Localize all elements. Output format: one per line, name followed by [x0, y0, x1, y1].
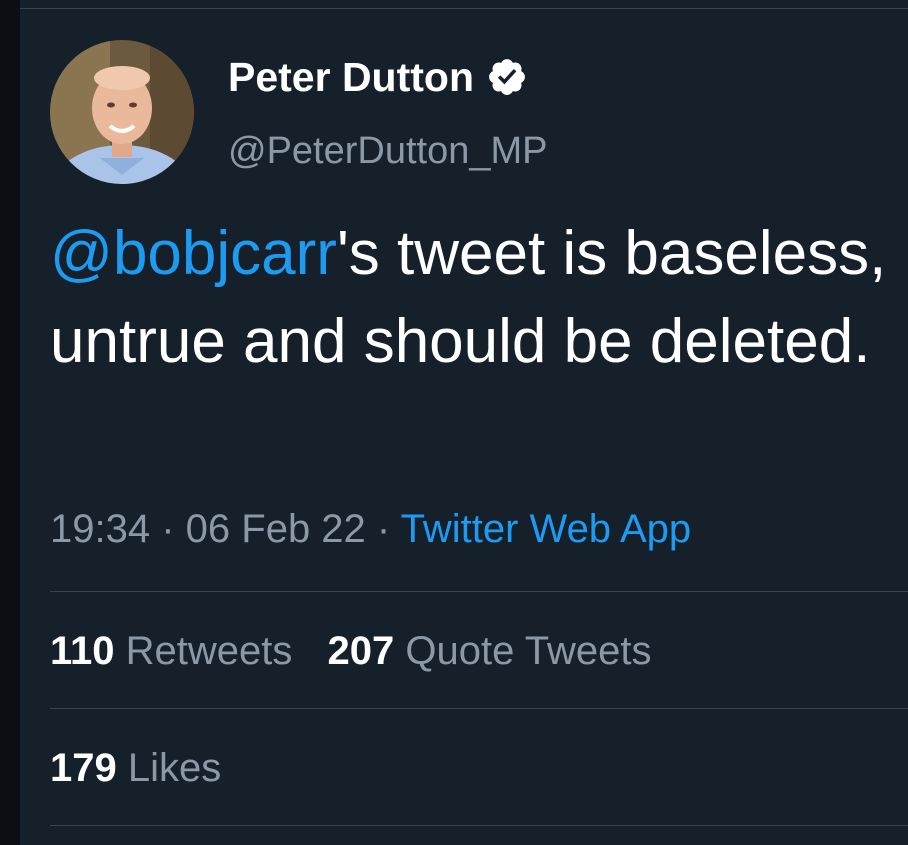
likes-label: Likes	[127, 746, 222, 790]
tweet-detail-screen: Peter Dutton @PeterDutton_MP @bobjcarr's…	[0, 0, 908, 845]
engagement-stats-row: 110 Retweets 207 Quote Tweets	[50, 624, 651, 678]
meta-separator: ·	[150, 507, 186, 551]
author-name-text: Peter Dutton	[228, 54, 474, 100]
mention-link[interactable]: @bobjcarr	[50, 219, 337, 288]
author-display-name[interactable]: Peter Dutton	[228, 51, 528, 103]
tweet-metadata: 19:34 · 06 Feb 22 · Twitter Web App	[50, 502, 691, 556]
retweets-count: 110	[50, 629, 115, 673]
divider	[50, 825, 908, 826]
avatar[interactable]	[50, 40, 194, 184]
tweet-date[interactable]: 06 Feb 22	[186, 507, 366, 551]
quote-tweets-stat[interactable]: 207 Quote Tweets	[328, 624, 652, 678]
likes-stats-row: 179 Likes	[50, 741, 221, 795]
verified-badge-icon	[486, 56, 528, 98]
divider	[50, 708, 908, 709]
retweets-label: Retweets	[125, 629, 293, 673]
meta-separator: ·	[365, 507, 401, 551]
tweet-source-link[interactable]: Twitter Web App	[401, 507, 692, 551]
quote-tweets-count: 207	[327, 629, 395, 673]
tweet-time[interactable]: 19:34	[50, 507, 150, 551]
left-edge-strip	[0, 0, 20, 845]
author-handle[interactable]: @PeterDutton_MP	[228, 127, 548, 175]
likes-stat[interactable]: 179 Likes	[50, 741, 221, 795]
avatar-image	[50, 40, 194, 184]
quote-tweets-label: Quote Tweets	[405, 629, 652, 673]
retweets-stat[interactable]: 110 Retweets	[50, 624, 292, 678]
top-divider	[20, 8, 908, 9]
tweet-body: @bobjcarr's tweet is baseless, untrue an…	[50, 210, 890, 386]
likes-count: 179	[50, 746, 117, 790]
divider	[50, 591, 908, 592]
